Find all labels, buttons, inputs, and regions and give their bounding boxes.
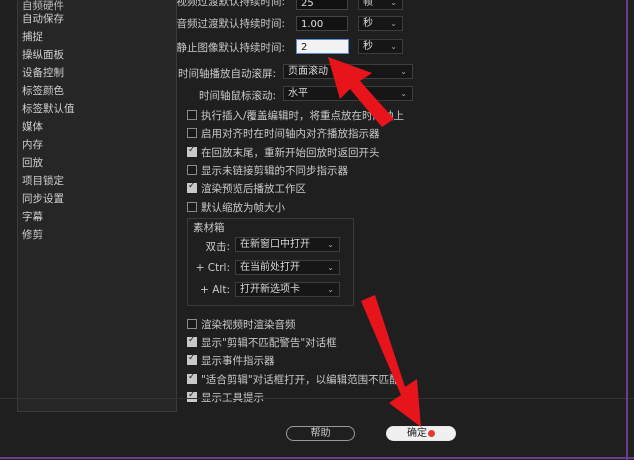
chevron-down-icon: ⌄ [327, 285, 334, 294]
sidebar-item-project-locking[interactable]: 项目锁定 [22, 173, 64, 188]
sidebar-item-trim[interactable]: 修剪 [22, 227, 43, 242]
bin-double-click-select[interactable]: 在新窗口中打开 ⌄ [235, 237, 340, 252]
video-transition-input[interactable]: 25 [296, 0, 348, 10]
chevron-down-icon: ⌄ [390, 0, 397, 7]
chevron-down-icon: ⌄ [327, 240, 334, 249]
red-arrow-icon [328, 57, 394, 127]
video-transition-unit-select[interactable]: 帧 ⌄ [358, 0, 403, 10]
preferences-sidebar: 自频硬件 自动保存 捕捉 操纵面板 设备控制 标签颜色 标签默认值 媒体 内存 … [17, 0, 177, 412]
mouse-scroll-label: 时间轴鼠标滚动: [198, 90, 276, 102]
bin-alt-value: 打开新选项卡 [240, 284, 300, 295]
audio-transition-label: 音频过渡默认持续时间: [176, 18, 285, 30]
checkbox-return-to-start-label: 在回放末尾，重新开始回放时返回开头 [201, 147, 380, 159]
checkbox-play-after-render[interactable] [187, 181, 197, 193]
bin-alt-label: + Alt: [200, 284, 230, 296]
sidebar-item-autosave[interactable]: 自动保存 [22, 11, 64, 26]
chevron-down-icon: ⌄ [390, 19, 397, 28]
audio-transition-unit: 秒 [363, 18, 373, 29]
still-image-label: 静止图像默认持续时间: [176, 42, 285, 54]
checkbox-mismatch-warning[interactable] [187, 335, 197, 347]
checkbox-event-indicators-label: 显示事件指示器 [201, 355, 275, 367]
red-arrow-icon-2 [361, 295, 421, 427]
bin-ctrl-value: 在当前处打开 [240, 262, 300, 273]
chevron-down-icon: ⌄ [400, 89, 407, 98]
checkbox-mismatch-warning-label: 显示"剪辑不匹配警告"对话框 [201, 337, 337, 349]
checkbox-focus-timeline[interactable] [187, 110, 197, 120]
sidebar-item-media[interactable]: 媒体 [22, 119, 43, 134]
audio-transition-input[interactable]: 1.00 [296, 16, 348, 31]
mouse-scroll-value: 水平 [288, 88, 308, 99]
bin-double-click-value: 在新窗口中打开 [240, 239, 310, 250]
bin-alt-select[interactable]: 打开新选项卡 ⌄ [235, 282, 340, 297]
checkbox-out-of-sync-label: 显示未链接剪辑的不同步指示器 [201, 165, 348, 177]
checkbox-event-indicators[interactable] [187, 353, 197, 365]
bins-group-title: 素材箱 [193, 222, 225, 234]
checkbox-return-to-start[interactable] [187, 145, 197, 157]
checkbox-scale-to-frame-label: 默认缩放为帧大小 [201, 202, 285, 214]
sidebar-item-label-defaults[interactable]: 标签默认值 [22, 101, 75, 116]
auto-scroll-label: 时间轴播放自动滚屏: [177, 68, 276, 80]
audio-transition-unit-select[interactable]: 秒 ⌄ [358, 16, 403, 31]
sidebar-item-captions[interactable]: 字幕 [22, 209, 43, 224]
sidebar-item-capture[interactable]: 捕捉 [22, 29, 43, 44]
bin-ctrl-select[interactable]: 在当前处打开 ⌄ [235, 260, 340, 275]
checkbox-render-audio-label: 渲染视频时渲染音频 [201, 319, 296, 331]
sidebar-item-label-colors[interactable]: 标签颜色 [22, 83, 64, 98]
video-transition-label: 视频过渡默认持续时间: [176, 0, 285, 8]
checkbox-snap-playhead[interactable] [187, 128, 197, 138]
checkbox-scale-to-frame[interactable] [187, 202, 197, 212]
help-button[interactable]: 帮助 [286, 426, 355, 441]
video-transition-unit: 帧 [363, 0, 373, 8]
checkbox-render-audio[interactable] [187, 319, 197, 329]
checkbox-tooltips[interactable] [187, 390, 197, 402]
checkbox-out-of-sync[interactable] [187, 165, 197, 175]
checkbox-fit-clip[interactable] [187, 372, 197, 384]
footer-divider [0, 398, 634, 399]
preferences-dialog: 自频硬件 自动保存 捕捉 操纵面板 设备控制 标签颜色 标签默认值 媒体 内存 … [0, 0, 634, 460]
checkbox-play-after-render-label: 渲染预览后播放工作区 [201, 183, 306, 195]
chevron-down-icon: ⌄ [327, 263, 334, 272]
sidebar-item-control-surface[interactable]: 操纵面板 [22, 47, 64, 62]
bin-double-click-label: 双击: [205, 241, 230, 253]
sidebar-item-playback[interactable]: 回放 [22, 155, 43, 170]
sidebar-item-memory[interactable]: 内存 [22, 137, 43, 152]
chevron-down-icon: ⌄ [400, 67, 407, 76]
window-frame-bottom [0, 457, 634, 459]
sidebar-item-device-control[interactable]: 设备控制 [22, 65, 64, 80]
sidebar-item-sync-settings[interactable]: 同步设置 [22, 191, 64, 206]
window-frame-right [626, 0, 628, 460]
bin-ctrl-label: + Ctrl: [195, 262, 230, 274]
